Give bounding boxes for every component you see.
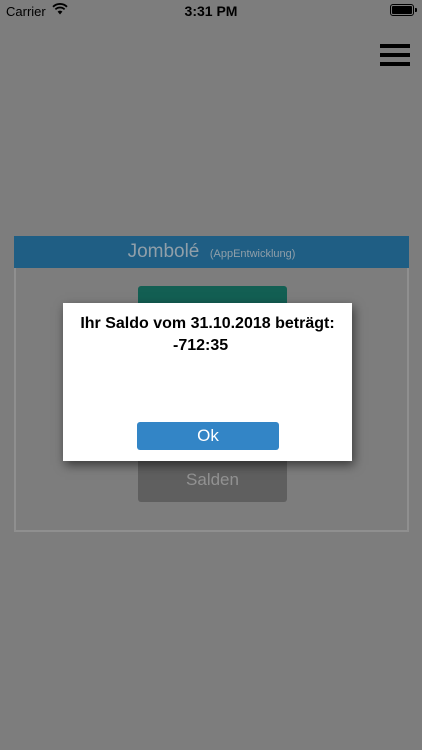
- app-subtitle: (AppEntwicklung): [209, 248, 296, 260]
- app-title: Jombolé: [127, 241, 200, 262]
- status-bar: Carrier 3:31 PM: [0, 0, 422, 22]
- clock-time: 3:31 PM: [184, 3, 238, 19]
- dialog-message-line-2: -712:35: [173, 337, 229, 354]
- dialog-message: Ihr Saldo vom 31.10.2018 beträgt: -712:3…: [63, 303, 352, 357]
- ok-button[interactable]: Ok: [137, 422, 279, 450]
- menu-icon[interactable]: [380, 44, 410, 66]
- alert-dialog: Ihr Saldo vom 31.10.2018 beträgt: -712:3…: [63, 303, 352, 461]
- card-header: Jombolé (AppEntwicklung): [14, 236, 409, 268]
- salden-button[interactable]: Salden: [138, 458, 287, 502]
- battery-icon: [390, 4, 417, 16]
- dialog-message-line-1: Ihr Saldo vom 31.10.2018 beträgt:: [80, 315, 335, 332]
